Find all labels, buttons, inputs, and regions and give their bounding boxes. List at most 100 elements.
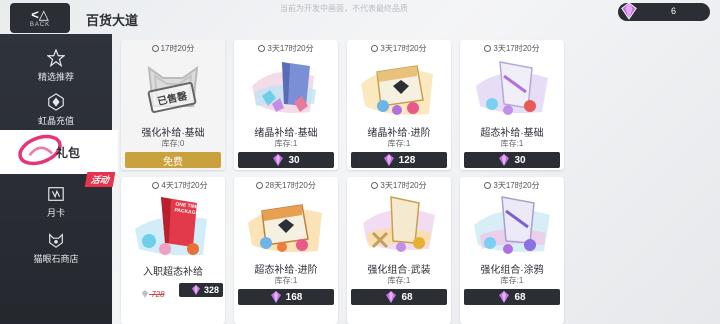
timer-text: 3天17时20分: [380, 44, 427, 53]
page-title: 百货大道: [86, 13, 139, 28]
shop-card[interactable]: 28天17时20分 超态补给·进阶 库存:1 168: [234, 177, 338, 324]
item-art: [361, 65, 433, 115]
countdown-timer: 3天17时20分: [234, 43, 338, 54]
timer-text: 3天17时20分: [493, 44, 540, 53]
diamond-icon: [386, 291, 397, 303]
price-text: 328: [203, 285, 219, 295]
price-text: 30: [514, 154, 526, 166]
clock-icon: [152, 182, 160, 189]
price-text: 128: [398, 154, 416, 166]
back-arrow-icon: <△: [31, 7, 49, 22]
item-art: [252, 62, 316, 113]
item-stock: 库存:1: [274, 139, 298, 148]
sidebar-item-featured[interactable]: 精选推荐: [0, 42, 112, 90]
item-name: 超态补给·进阶: [254, 265, 318, 276]
diamond-icon: [621, 2, 637, 20]
diamond-icon: [499, 154, 510, 166]
timer-text: 3天17时20分: [380, 181, 427, 190]
shop-card[interactable]: 3天17时20分 强化组合·涂鸦 库存:1 68: [460, 177, 564, 324]
item-name: 强化组合·武装: [367, 265, 431, 276]
back-button[interactable]: <△ BACK: [10, 3, 70, 33]
countdown-timer: 3天17时20分: [460, 43, 564, 54]
price-text: 68: [401, 291, 413, 303]
clock-icon: [371, 182, 379, 189]
timer-text: 3天17时20分: [493, 181, 540, 190]
diamond-icon: [273, 154, 284, 166]
price-bar[interactable]: 328: [179, 283, 223, 297]
timer-text: 4天17时20分: [161, 181, 208, 190]
item-stock: 库存:1: [387, 276, 411, 285]
timer-text: 28天17时20分: [265, 181, 316, 190]
back-label: BACK: [29, 22, 51, 28]
currency-display[interactable]: 6: [618, 2, 710, 21]
item-art: [476, 61, 548, 115]
price-text: 免费: [163, 156, 183, 168]
price-text: 30: [288, 154, 300, 166]
price-text: 68: [514, 291, 526, 303]
item-stock: 库存:1: [500, 276, 524, 285]
countdown-timer: 17时20分: [121, 43, 225, 54]
diamond-icon: [499, 291, 510, 303]
item-name: 强化组合·涂鸦: [480, 265, 544, 276]
clock-icon: [151, 45, 159, 52]
price-bar[interactable]: 68: [464, 289, 560, 305]
price-bar[interactable]: 免费: [125, 152, 221, 168]
item-stock: 库存:1: [500, 139, 524, 148]
price-bar[interactable]: 30: [238, 152, 334, 168]
item-stock: 库存:1: [274, 276, 298, 285]
item-name: 绪晶补给·基础: [254, 128, 318, 139]
sidebar-item-label: 礼包: [56, 146, 81, 160]
shop-card[interactable]: 3天17时20分 绪晶补给·进阶 库存:1 128: [347, 40, 451, 170]
diamond-icon: [383, 154, 394, 166]
item-name: 超态补给·基础: [480, 128, 544, 139]
month-card-icon: [48, 187, 64, 201]
sidebar-item-crystal-recharge[interactable]: 虹晶充值: [0, 86, 112, 134]
diamond-icon: [270, 291, 281, 303]
catseye-shop-icon: [49, 233, 63, 248]
original-price: 728: [141, 290, 165, 299]
dev-notice: 当前为开发中画面，不代表最终品质: [280, 4, 408, 13]
sidebar-item-label: 精选推荐: [37, 72, 74, 82]
item-stock: 库存:0: [161, 139, 185, 148]
sidebar-item-label: 猫眼石商店: [33, 254, 79, 264]
shop-card[interactable]: 3天17时20分 超态补给·基础 库存:1 30: [460, 40, 564, 170]
event-badge: 活动: [84, 172, 116, 187]
price-bar[interactable]: 128: [351, 152, 447, 168]
clock-icon: [371, 45, 379, 52]
item-name: 绪晶补给·进阶: [367, 128, 431, 139]
shop-card[interactable]: 17时20分 已售罄 强化补给·基础 库存:0 免费: [121, 40, 225, 170]
clock-icon: [258, 45, 266, 52]
shop-card[interactable]: 3天17时20分 强化组合·武装 库存:1 68: [347, 177, 451, 324]
countdown-timer: 3天17时20分: [460, 180, 564, 191]
countdown-timer: 4天17时20分: [135, 180, 225, 191]
item-name: 入职超态补给: [143, 267, 203, 278]
sidebar-item-label: 月卡: [46, 208, 65, 218]
timer-text: 17时20分: [160, 44, 195, 53]
price-text: 168: [285, 291, 303, 303]
item-stock: 库存:1: [387, 139, 411, 148]
diamond-icon: [191, 285, 201, 295]
clock-icon: [484, 182, 492, 189]
sidebar-item-gift[interactable]: 礼包: [0, 130, 118, 174]
countdown-timer: 3天17时20分: [347, 180, 451, 191]
clock-icon: [484, 45, 492, 52]
currency-amount: 6: [670, 6, 676, 16]
diamond-icon: [141, 290, 149, 298]
price-bar[interactable]: 68: [351, 289, 447, 305]
shop-card[interactable]: 3天17时20分 绪晶补给·基础 库存:1 30: [234, 40, 338, 170]
shop-card[interactable]: 4天17时20分 ONE TIME PACKAGE 入职超态补给 328 728: [121, 177, 225, 324]
item-art: [363, 196, 435, 252]
sidebar-item-catseye-shop[interactable]: 猫眼石商店: [0, 224, 112, 272]
price-bar[interactable]: 168: [238, 289, 334, 305]
item-art: [248, 204, 322, 253]
top-bar: <△ BACK 百货大道 当前为开发中画面，不代表最终品质 6: [0, 0, 720, 34]
clock-icon: [256, 182, 264, 189]
item-art: [474, 196, 550, 254]
countdown-timer: 28天17时20分: [234, 180, 338, 191]
star-icon: [47, 49, 65, 67]
price-bar[interactable]: 30: [464, 152, 560, 168]
original-price-text: 728: [151, 290, 165, 299]
item-name: 强化补给·基础: [141, 128, 205, 139]
countdown-timer: 3天17时20分: [347, 43, 451, 54]
crystal-icon: [48, 93, 64, 111]
